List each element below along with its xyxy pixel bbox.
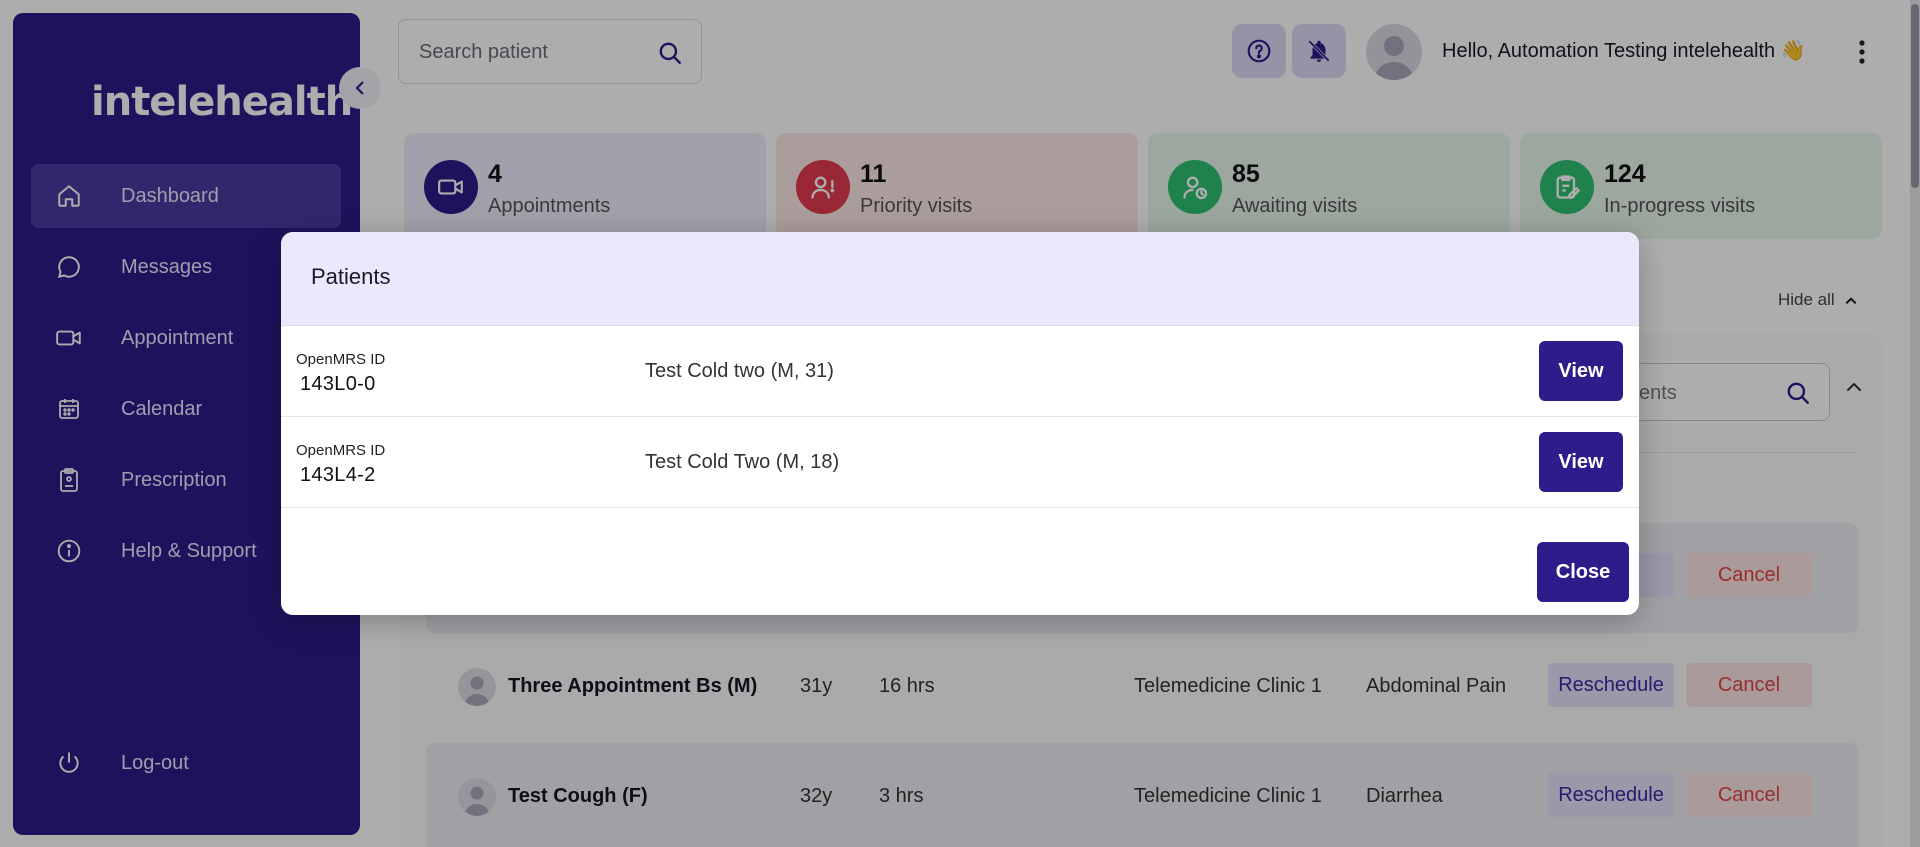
openmrs-id-value: 143L4-2 [300, 464, 376, 486]
close-button[interactable]: Close [1537, 542, 1629, 602]
patient-name: Test Cold Two (M, 18) [645, 451, 840, 473]
openmrs-id-label: OpenMRS ID [296, 442, 386, 459]
view-button[interactable]: View [1539, 432, 1623, 492]
view-button[interactable]: View [1539, 341, 1623, 401]
openmrs-id-label: OpenMRS ID [296, 351, 386, 368]
openmrs-id-value: 143L0-0 [300, 373, 376, 395]
dialog-header: Patients [281, 232, 1639, 326]
list-item: OpenMRS ID 143L0-0 Test Cold two (M, 31)… [281, 326, 1639, 417]
patients-dialog: Patients OpenMRS ID 143L0-0 Test Cold tw… [281, 232, 1639, 615]
patient-name: Test Cold two (M, 31) [645, 360, 834, 382]
dialog-title: Patients [311, 264, 391, 289]
list-item: OpenMRS ID 143L4-2 Test Cold Two (M, 18)… [281, 417, 1639, 508]
